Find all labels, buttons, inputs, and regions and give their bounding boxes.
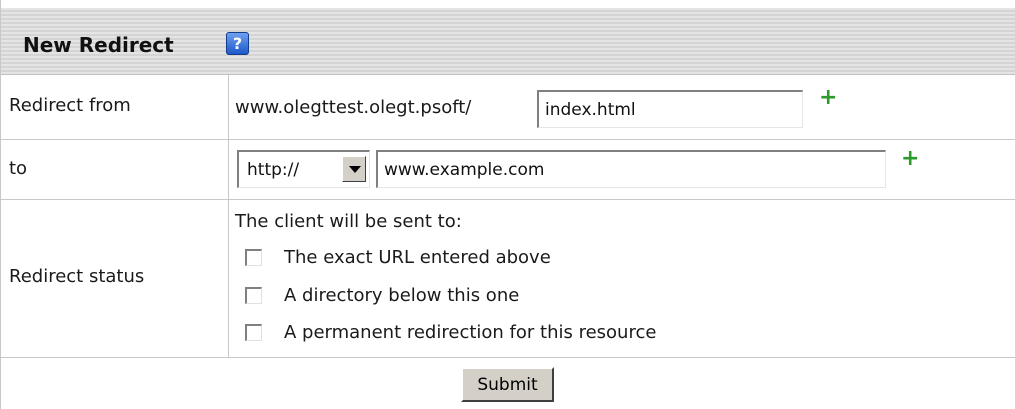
exact-url-option-label: The exact URL entered above — [284, 247, 551, 268]
column-divider — [228, 140, 229, 199]
redirect-to-label: to — [9, 158, 28, 179]
page-title: New Redirect — [23, 33, 174, 57]
column-divider — [228, 200, 229, 357]
chevron-down-icon[interactable] — [342, 156, 366, 182]
domain-prefix: www.olegttest.olegt.psoft/ — [235, 97, 472, 118]
redirect-status-label: Redirect status — [9, 266, 145, 287]
redirect-status-row: Redirect status The client will be sent … — [1, 200, 1015, 358]
redirect-from-label: Redirect from — [9, 95, 131, 116]
directory-below-option-label: A directory below this one — [284, 285, 520, 306]
redirect-from-path-input[interactable] — [537, 90, 803, 128]
redirect-from-row: Redirect from www.olegttest.olegt.psoft/… — [1, 75, 1015, 140]
directory-below-checkbox[interactable] — [245, 287, 262, 304]
permanent-redirect-option-label: A permanent redirection for this resourc… — [284, 322, 657, 343]
add-to-plus-icon[interactable]: + — [901, 146, 919, 171]
permanent-redirect-checkbox[interactable] — [245, 324, 262, 341]
protocol-selected-value: http:// — [247, 160, 300, 180]
protocol-select[interactable]: http:// — [237, 150, 370, 188]
submit-row: Submit — [1, 358, 1015, 409]
exact-url-checkbox[interactable] — [245, 249, 262, 266]
redirect-to-row: to http:// + — [1, 140, 1015, 200]
redirect-to-url-input[interactable] — [376, 150, 886, 188]
new-redirect-form: New Redirect ? Redirect from www.olegtte… — [0, 0, 1015, 409]
column-divider — [228, 75, 229, 139]
help-icon[interactable]: ? — [226, 32, 249, 55]
status-intro-text: The client will be sent to: — [235, 211, 462, 232]
add-from-plus-icon[interactable]: + — [819, 85, 837, 110]
submit-button[interactable]: Submit — [461, 367, 554, 402]
form-header: New Redirect ? — [1, 0, 1015, 75]
